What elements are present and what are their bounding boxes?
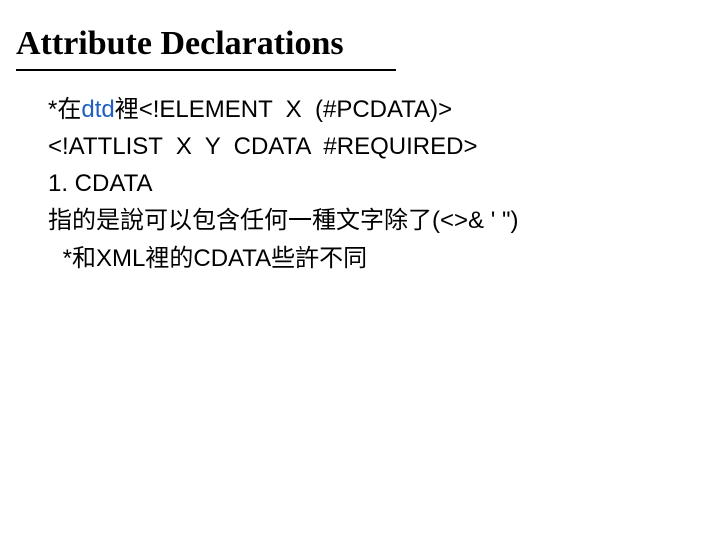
line-1: *在dtd裡<!ELEMENT X (#PCDATA)> — [48, 91, 704, 128]
line-2: <!ATTLIST X Y CDATA #REQUIRED> — [48, 128, 704, 165]
line-5: *和XML裡的CDATA些許不同 — [48, 240, 704, 277]
slide: Attribute Declarations *在dtd裡<!ELEMENT X… — [0, 0, 720, 540]
body-text: *在dtd裡<!ELEMENT X (#PCDATA)> <!ATTLIST X… — [16, 91, 704, 277]
line-1-suffix: 裡<!ELEMENT X (#PCDATA)> — [115, 96, 452, 123]
page-title: Attribute Declarations — [16, 24, 704, 65]
dtd-keyword: dtd — [81, 96, 114, 123]
line-3: 1. CDATA — [48, 165, 704, 202]
line-1-prefix: *在 — [48, 96, 81, 123]
title-underline — [16, 69, 396, 71]
title-wrap: Attribute Declarations — [16, 24, 704, 71]
line-4: 指的是說可以包含任何一種文字除了(<>& ' ") — [48, 202, 704, 239]
